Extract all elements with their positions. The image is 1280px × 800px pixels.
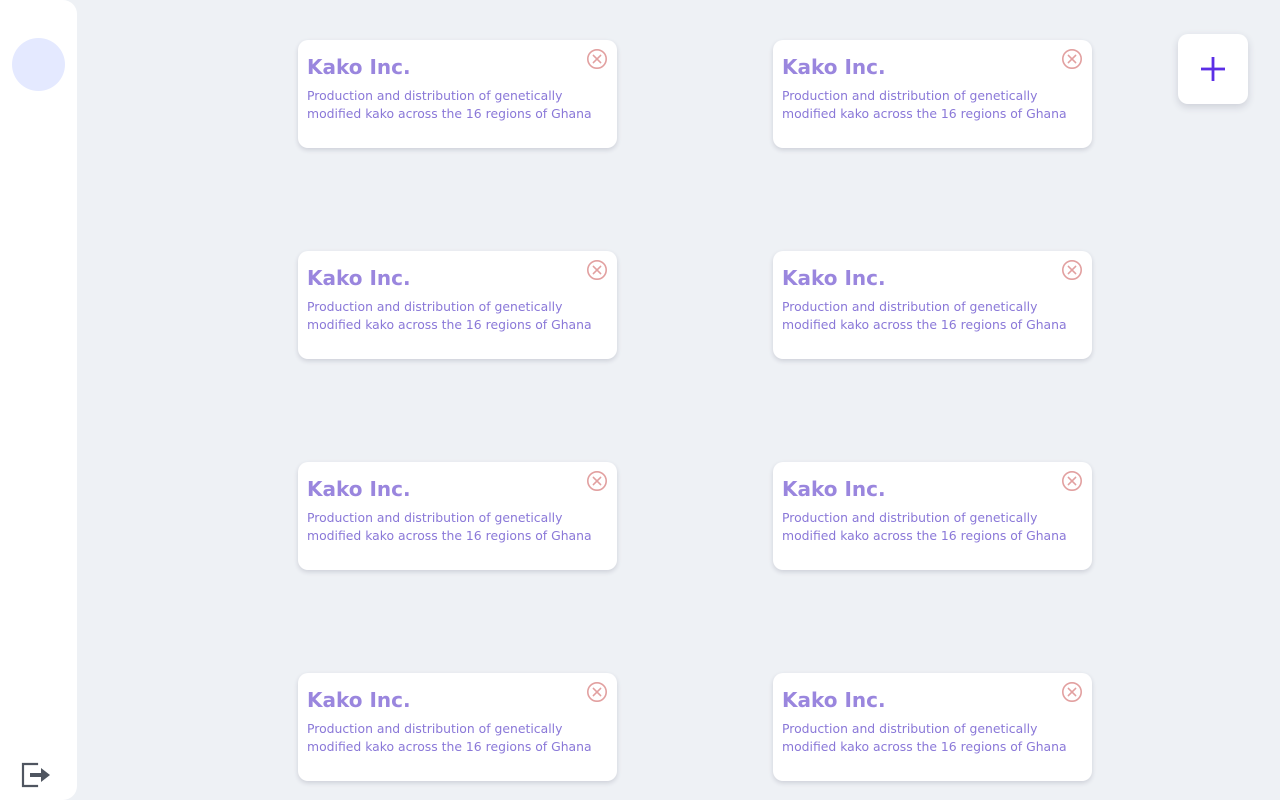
company-card[interactable]: Kako Inc. Production and distribution of… (773, 673, 1092, 781)
close-icon (1062, 49, 1082, 69)
close-icon (587, 471, 607, 491)
close-icon (1062, 260, 1082, 280)
card-description: Production and distribution of genetical… (307, 299, 592, 332)
remove-card-button[interactable] (1061, 470, 1083, 492)
close-icon (1062, 682, 1082, 702)
remove-card-button[interactable] (1061, 259, 1083, 281)
card-description: Production and distribution of genetical… (307, 721, 592, 754)
remove-card-button[interactable] (586, 48, 608, 70)
close-icon (587, 260, 607, 280)
card-description: Production and distribution of genetical… (782, 510, 1067, 543)
remove-card-button[interactable] (1061, 48, 1083, 70)
company-card[interactable]: Kako Inc. Production and distribution of… (298, 673, 617, 781)
add-company-button[interactable] (1178, 34, 1248, 104)
company-card[interactable]: Kako Inc. Production and distribution of… (773, 251, 1092, 359)
card-title: Kako Inc. (782, 688, 886, 712)
plus-icon (1201, 57, 1225, 81)
close-icon (1062, 471, 1082, 491)
remove-card-button[interactable] (586, 259, 608, 281)
card-description: Production and distribution of genetical… (782, 299, 1067, 332)
card-title: Kako Inc. (307, 688, 411, 712)
close-icon (587, 49, 607, 69)
remove-card-button[interactable] (586, 681, 608, 703)
company-card[interactable]: Kako Inc. Production and distribution of… (773, 40, 1092, 148)
company-card[interactable]: Kako Inc. Production and distribution of… (298, 40, 617, 148)
card-title: Kako Inc. (307, 55, 411, 79)
card-title: Kako Inc. (782, 55, 886, 79)
company-card[interactable]: Kako Inc. Production and distribution of… (773, 462, 1092, 570)
company-card-grid: Kako Inc. Production and distribution of… (0, 0, 1280, 800)
card-title: Kako Inc. (307, 477, 411, 501)
card-description: Production and distribution of genetical… (782, 721, 1067, 754)
card-description: Production and distribution of genetical… (307, 510, 592, 543)
company-card[interactable]: Kako Inc. Production and distribution of… (298, 251, 617, 359)
card-title: Kako Inc. (782, 477, 886, 501)
card-title: Kako Inc. (782, 266, 886, 290)
remove-card-button[interactable] (586, 470, 608, 492)
company-card[interactable]: Kako Inc. Production and distribution of… (298, 462, 617, 570)
card-description: Production and distribution of genetical… (307, 88, 592, 121)
close-icon (587, 682, 607, 702)
remove-card-button[interactable] (1061, 681, 1083, 703)
card-description: Production and distribution of genetical… (782, 88, 1067, 121)
card-title: Kako Inc. (307, 266, 411, 290)
